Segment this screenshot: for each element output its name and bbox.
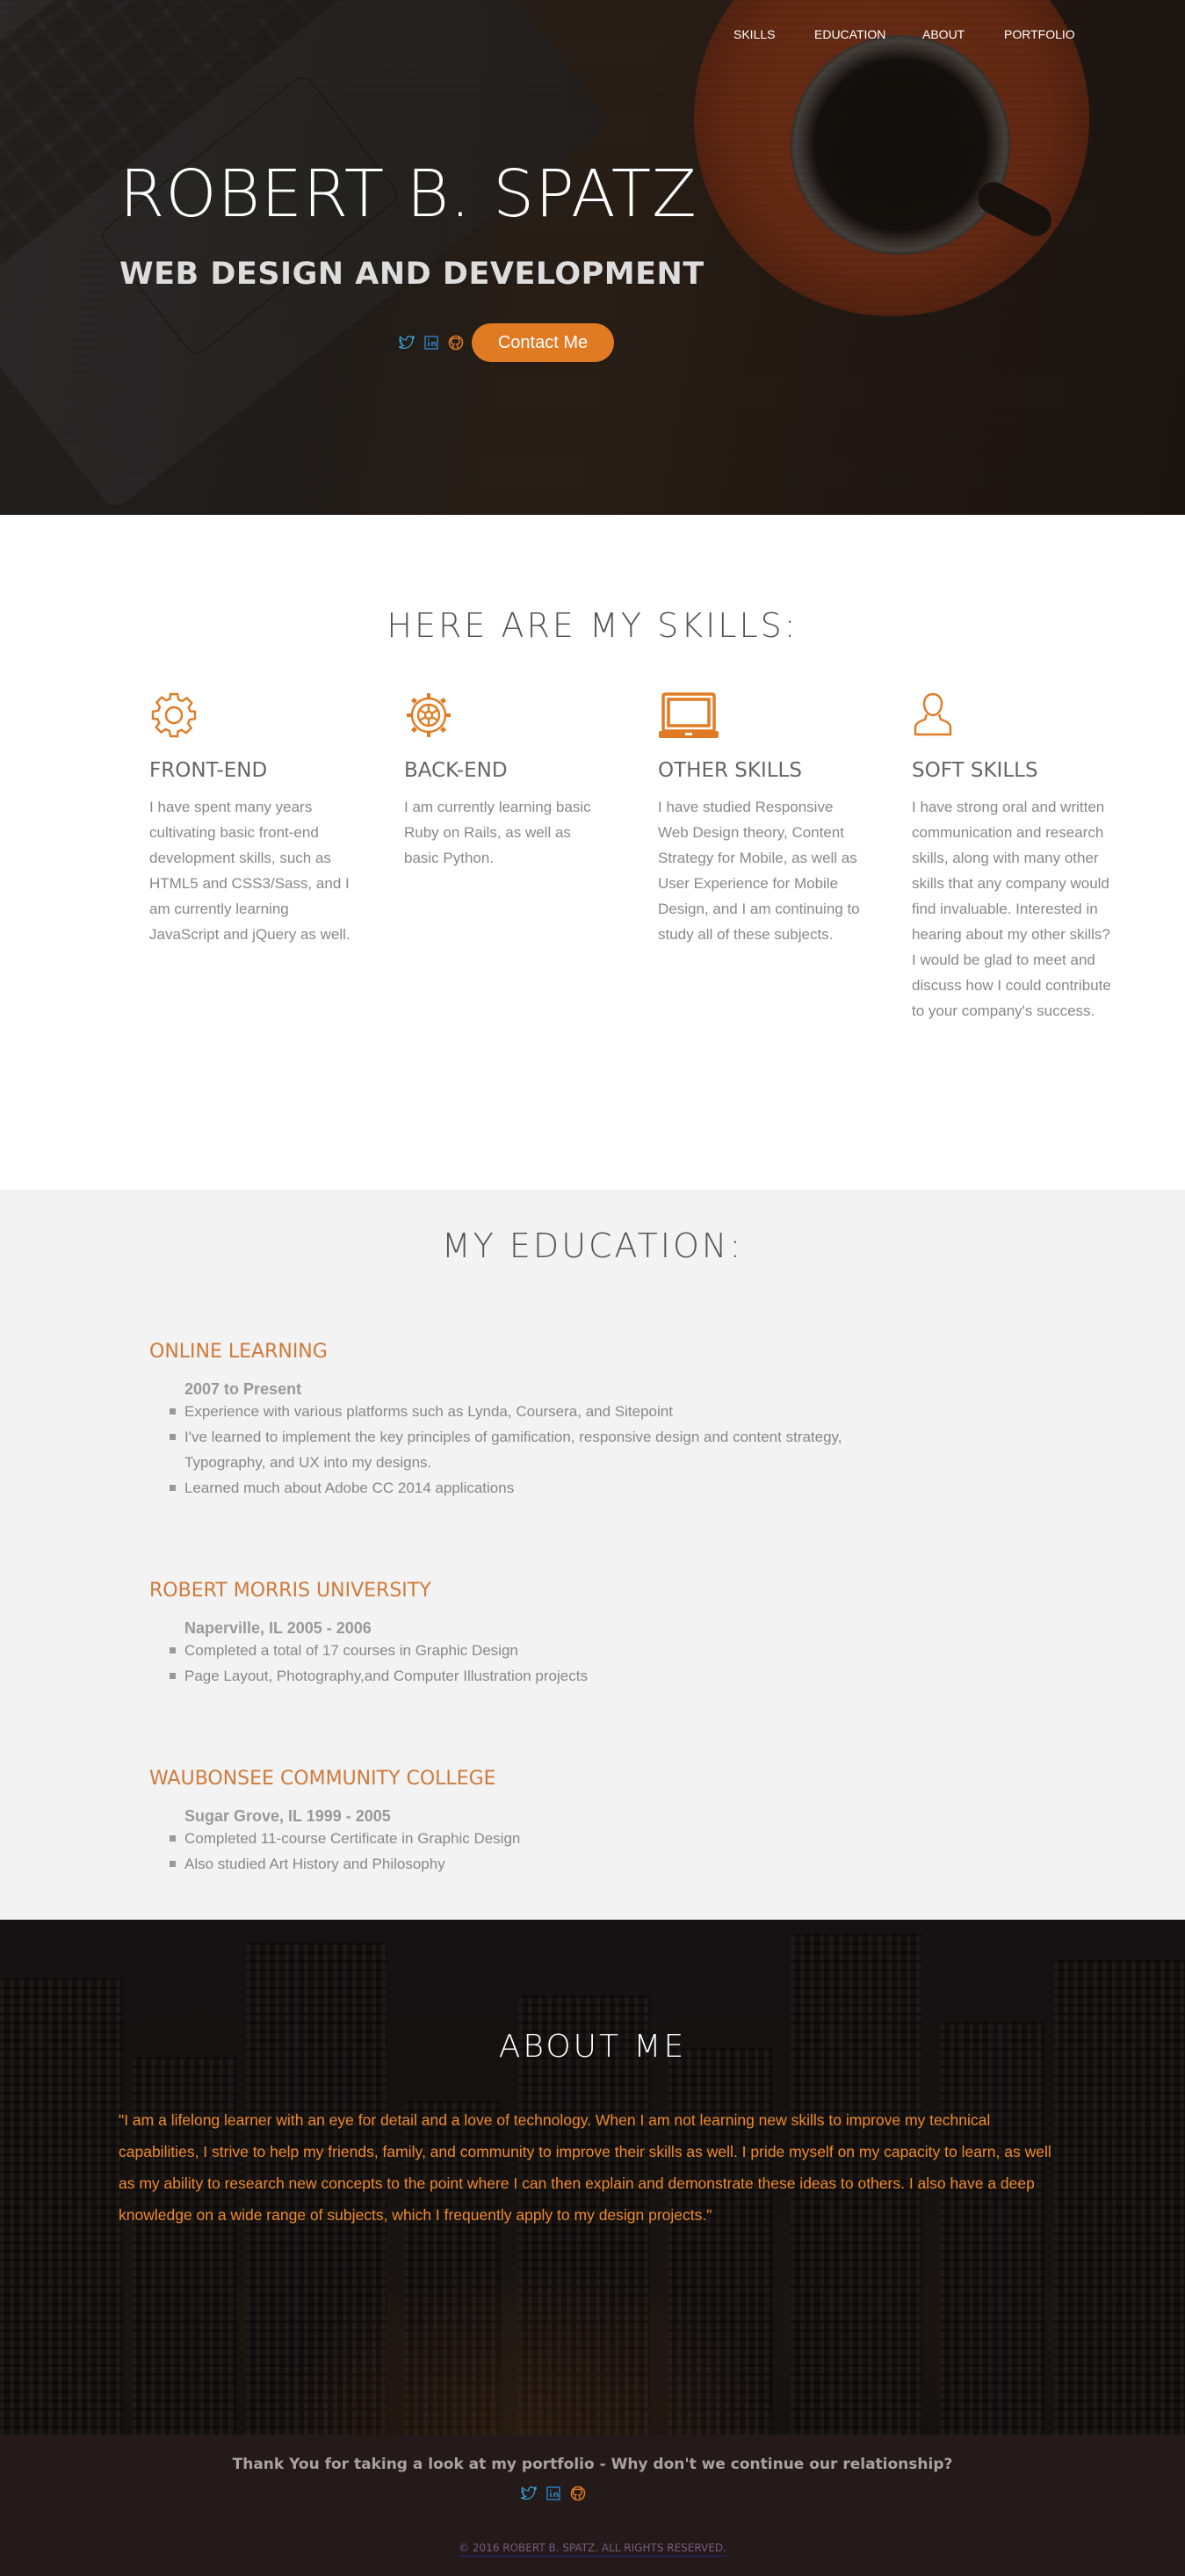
about-text: "I am a lifelong learner with an eye for…	[119, 2111, 1051, 2224]
main-nav: SKILLS EDUCATION ABOUT PORTFOLIO	[0, 27, 1185, 45]
about-section: ABOUT ME "I am a lifelong learner with a…	[0, 1920, 1185, 2435]
skill-title: FRONT-END	[149, 759, 268, 782]
twitter-icon[interactable]	[520, 2485, 538, 2502]
github-icon[interactable]	[447, 334, 465, 351]
skill-title: BACK-END	[404, 759, 508, 782]
education-points: Experience with various platforms such a…	[170, 1399, 905, 1501]
school-name: ROBERT MORRIS UNIVERSITY	[149, 1580, 431, 1602]
education-entry: ROBERT MORRIS UNIVERSITY Naperville, IL …	[149, 1580, 588, 1689]
list-item: Completed 11-course Certificate in Graph…	[169, 1826, 520, 1851]
laptop-icon	[658, 691, 860, 742]
education-points: Completed 11-course Certificate in Graph…	[169, 1826, 520, 1877]
skill-title: OTHER SKILLS	[658, 759, 802, 782]
hero-subtitle: WEB DESIGN AND DEVELOPMENT	[119, 257, 704, 292]
list-item: I've learned to implement the key princi…	[170, 1424, 905, 1475]
skill-soft: SOFT SKILLS I have strong oral and writt…	[912, 691, 1114, 1024]
linkedin-icon[interactable]	[423, 334, 440, 351]
nav-about[interactable]: ABOUT	[922, 27, 965, 41]
hero-name: ROBERT B. SPATZ	[119, 156, 697, 232]
skills-section: HERE ARE MY SKILLS: FRONT-END I have spe…	[0, 515, 1185, 1190]
nav-portfolio[interactable]: PORTFOLIO	[1004, 27, 1075, 41]
nav-skills[interactable]: SKILLS	[733, 27, 775, 41]
footer-thanks: Thank You for taking a look at my portfo…	[232, 2456, 953, 2473]
skill-back-end: BACK-END I am currently learning basic R…	[404, 691, 606, 871]
education-title: MY EDUCATION:	[441, 1226, 744, 1265]
skill-front-end: FRONT-END I have spent many years cultiv…	[149, 691, 351, 947]
user-icon	[912, 691, 1114, 742]
skill-other: OTHER SKILLS I have studied Responsive W…	[658, 691, 860, 947]
skill-title: SOFT SKILLS	[912, 759, 1038, 782]
hero-social-links	[398, 334, 465, 351]
linkedin-icon[interactable]	[545, 2485, 562, 2502]
education-points: Completed a total of 17 courses in Graph…	[170, 1638, 588, 1689]
list-item: Page Layout, Photography,and Computer Il…	[170, 1663, 588, 1689]
skill-description: I am currently learning basic Ruby on Ra…	[404, 799, 591, 866]
copyright-text: © 2016 ROBERT B. SPATZ. ALL RIGHTS RESER…	[459, 2542, 726, 2557]
education-section: MY EDUCATION: ONLINE LEARNING 2007 to Pr…	[0, 1190, 1185, 1920]
education-entry: ONLINE LEARNING 2007 to Present Experien…	[149, 1341, 905, 1501]
school-meta: 2007 to Present	[184, 1380, 302, 1398]
list-item: Experience with various platforms such a…	[170, 1399, 905, 1424]
about-title: ABOUT ME	[498, 2029, 687, 2065]
list-item: Completed a total of 17 courses in Graph…	[170, 1638, 588, 1663]
footer-social-links	[520, 2485, 587, 2502]
hero-section: SKILLS EDUCATION ABOUT PORTFOLIO ROBERT …	[0, 0, 1185, 515]
cog-wheel-icon	[404, 691, 606, 742]
school-meta: Sugar Grove, IL 1999 - 2005	[184, 1807, 391, 1825]
nav-education[interactable]: EDUCATION	[814, 27, 885, 41]
list-item: Also studied Art History and Philosophy	[169, 1851, 520, 1877]
contact-me-button[interactable]: Contact Me	[472, 323, 614, 362]
school-name: WAUBONSEE COMMUNITY COLLEGE	[149, 1768, 496, 1790]
education-entry: WAUBONSEE COMMUNITY COLLEGE Sugar Grove,…	[149, 1768, 520, 1877]
skill-description: I have spent many years cultivating basi…	[149, 799, 350, 943]
twitter-icon[interactable]	[398, 334, 415, 351]
skills-title: HERE ARE MY SKILLS:	[387, 606, 798, 645]
footer: Thank You for taking a look at my portfo…	[0, 2435, 1185, 2576]
gear-icon	[149, 691, 351, 742]
list-item: Learned much about Adobe CC 2014 applica…	[170, 1475, 905, 1501]
skill-description: I have strong oral and written communica…	[912, 799, 1111, 1019]
school-name: ONLINE LEARNING	[149, 1341, 328, 1363]
github-icon[interactable]	[569, 2485, 587, 2502]
school-meta: Naperville, IL 2005 - 2006	[184, 1619, 372, 1637]
skill-description: I have studied Responsive Web Design the…	[658, 799, 860, 943]
